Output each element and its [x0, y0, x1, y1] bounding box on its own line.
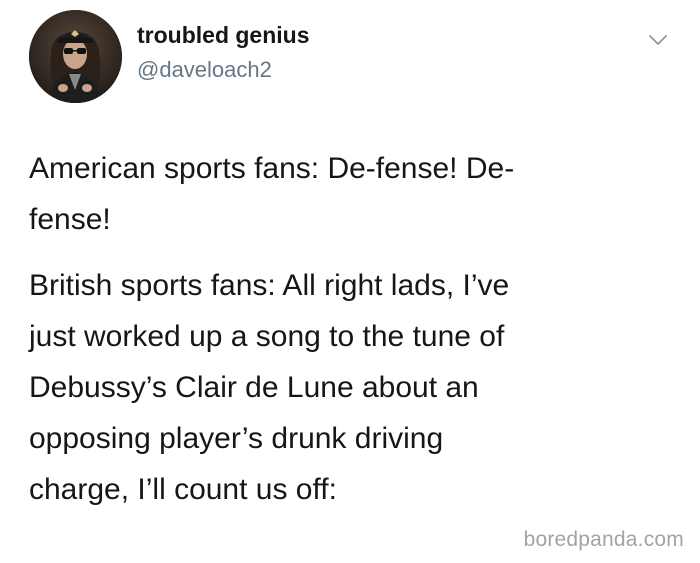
watermark: boredpanda.com	[523, 528, 684, 551]
tweet-paragraph: American sports fans: De-fense! De- fens…	[29, 152, 515, 236]
tweet-card: troubled genius @daveloach2 American spo…	[0, 0, 700, 563]
author-handle[interactable]: @daveloach2	[137, 57, 272, 83]
avatar-image	[29, 10, 122, 103]
avatar[interactable]	[29, 10, 122, 103]
chevron-down-icon[interactable]	[646, 30, 670, 50]
tweet-text: American sports fans: De-fense! De- fens…	[29, 143, 669, 515]
tweet-paragraph: British sports fans: All right lads, I’v…	[29, 269, 510, 506]
author-display-name[interactable]: troubled genius	[137, 22, 310, 49]
